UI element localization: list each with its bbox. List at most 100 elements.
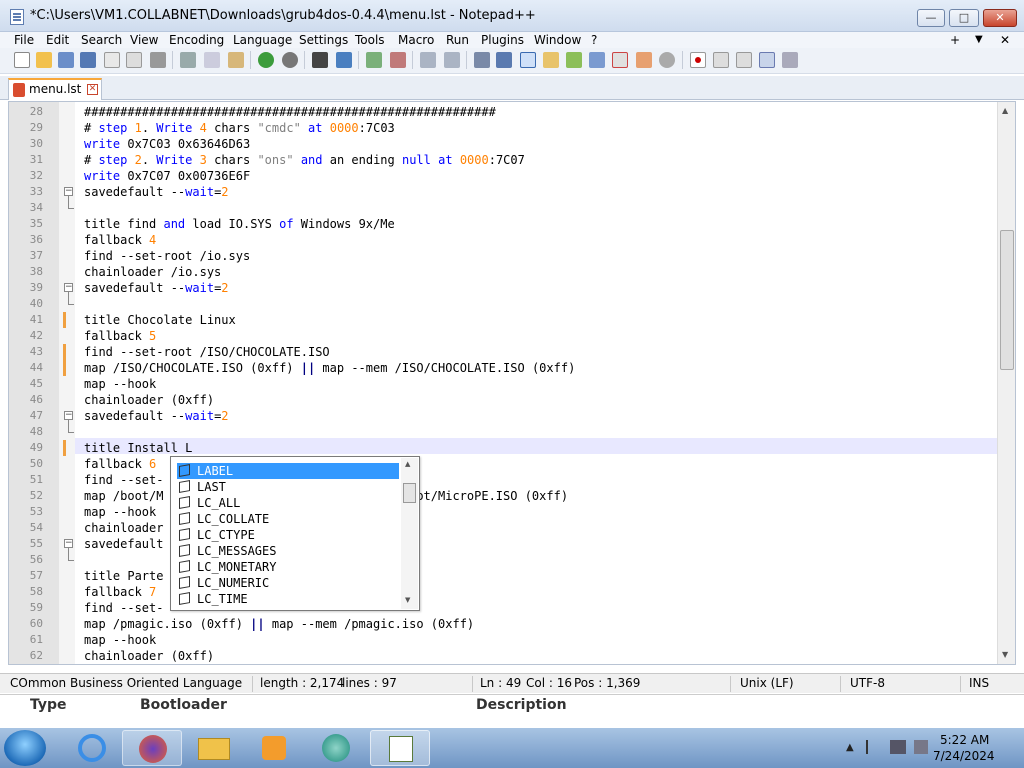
- new-tab-button[interactable]: +: [950, 32, 960, 48]
- autocomplete-item[interactable]: LC_TIME: [177, 591, 399, 607]
- zoom-out-icon[interactable]: [390, 52, 406, 68]
- document-map-icon[interactable]: [566, 52, 582, 68]
- firefox-icon[interactable]: [122, 730, 182, 766]
- status-col: Col : 16: [526, 676, 572, 690]
- autocomplete-item-label: LC_COLLATE: [197, 512, 270, 526]
- line-number: 62: [29, 649, 43, 662]
- close-document-button[interactable]: ✕: [1000, 32, 1010, 48]
- record-macro-icon[interactable]: [690, 52, 706, 68]
- play-macro-icon[interactable]: [736, 52, 752, 68]
- autocomplete-item[interactable]: LABEL: [177, 463, 399, 479]
- folder-workspace-icon[interactable]: [612, 52, 628, 68]
- start-button[interactable]: [4, 730, 46, 766]
- scroll-up-icon[interactable]: ▲: [405, 460, 410, 468]
- copy-icon[interactable]: [204, 52, 220, 68]
- indent-guide-icon[interactable]: [520, 52, 536, 68]
- autocomplete-item[interactable]: LC_CTYPE: [177, 527, 399, 543]
- close-file-icon[interactable]: [104, 52, 120, 68]
- new-file-icon[interactable]: [14, 52, 30, 68]
- save-icon[interactable]: [58, 52, 74, 68]
- autocomplete-scrollbar[interactable]: ▲ ▼: [401, 458, 418, 609]
- scroll-down-icon[interactable]: ▼: [405, 596, 410, 604]
- menu-language[interactable]: Language: [233, 32, 292, 48]
- find-icon[interactable]: [312, 52, 328, 68]
- tab-menu-lst[interactable]: menu.lst ✕: [8, 78, 102, 100]
- scrollbar-thumb[interactable]: [1000, 230, 1014, 370]
- notepad-plus-plus-icon[interactable]: [370, 730, 430, 766]
- autocomplete-scroll-thumb[interactable]: [403, 483, 416, 503]
- autocomplete-item[interactable]: LC_COLLATE: [177, 511, 399, 527]
- internet-explorer-icon[interactable]: [62, 730, 122, 766]
- paste-icon[interactable]: [228, 52, 244, 68]
- line-number: 52: [29, 489, 43, 502]
- menu-encoding[interactable]: Encoding: [169, 32, 224, 48]
- code-lines: 28 ######################################…: [9, 102, 997, 664]
- line-number: 38: [29, 265, 43, 278]
- save-macro-icon[interactable]: [782, 52, 798, 68]
- menu-settings[interactable]: Settings: [299, 32, 348, 48]
- menu-tools[interactable]: Tools: [355, 32, 385, 48]
- editor[interactable]: 28 ######################################…: [8, 101, 1016, 665]
- menu-help[interactable]: ?: [591, 32, 597, 48]
- lang-define-icon[interactable]: [543, 52, 559, 68]
- show-all-chars-icon[interactable]: [496, 52, 512, 68]
- menu-macro[interactable]: Macro: [398, 32, 434, 48]
- media-player-icon[interactable]: [244, 730, 304, 766]
- monitoring-icon[interactable]: [636, 52, 652, 68]
- code-line: fallback 4: [84, 233, 157, 247]
- menu-window[interactable]: Window: [534, 32, 581, 48]
- status-eol[interactable]: Unix (LF): [740, 676, 794, 690]
- scroll-down-icon[interactable]: ▼: [1002, 650, 1008, 659]
- menu-search[interactable]: Search: [81, 32, 122, 48]
- close-button[interactable]: ✕: [983, 9, 1017, 27]
- close-all-icon[interactable]: [126, 52, 142, 68]
- cut-icon[interactable]: [180, 52, 196, 68]
- zoom-in-icon[interactable]: [366, 52, 382, 68]
- menu-edit[interactable]: Edit: [46, 32, 69, 48]
- clock-date[interactable]: 7/24/2024: [933, 749, 995, 763]
- app-icon[interactable]: [306, 730, 366, 766]
- status-insert-mode[interactable]: INS: [969, 676, 989, 690]
- replace-icon[interactable]: [336, 52, 352, 68]
- word-wrap-icon[interactable]: [474, 52, 490, 68]
- sync-vertical-icon[interactable]: [420, 52, 436, 68]
- autocomplete-item-label: LC_ALL: [197, 496, 241, 510]
- eye-icon[interactable]: [659, 52, 675, 68]
- stop-macro-icon[interactable]: [713, 52, 729, 68]
- clock-time[interactable]: 5:22 AM: [940, 733, 989, 747]
- fold-toggle-icon[interactable]: −: [64, 187, 73, 196]
- minimize-button[interactable]: —: [917, 9, 945, 27]
- fold-toggle-icon[interactable]: −: [64, 411, 73, 420]
- scroll-up-icon[interactable]: ▲: [1002, 106, 1008, 115]
- open-file-icon[interactable]: [36, 52, 52, 68]
- autocomplete-item[interactable]: LC_MONETARY: [177, 559, 399, 575]
- menu-plugins[interactable]: Plugins: [481, 32, 524, 48]
- autocomplete-item[interactable]: LC_MESSAGES: [177, 543, 399, 559]
- redo-icon[interactable]: [282, 52, 298, 68]
- tab-close-icon[interactable]: ✕: [87, 84, 98, 95]
- autocomplete-item[interactable]: LAST: [177, 479, 399, 495]
- tab-list-button[interactable]: ▼: [975, 32, 983, 48]
- status-encoding[interactable]: UTF-8: [850, 676, 885, 690]
- autocomplete-item[interactable]: LC_NUMERIC: [177, 575, 399, 591]
- autocomplete-item[interactable]: LC_ALL: [177, 495, 399, 511]
- volume-icon[interactable]: [914, 740, 928, 754]
- print-icon[interactable]: [150, 52, 166, 68]
- network-icon[interactable]: [890, 740, 906, 754]
- menu-run[interactable]: Run: [446, 32, 469, 48]
- vertical-scrollbar[interactable]: ▲ ▼: [997, 102, 1015, 664]
- sync-horizontal-icon[interactable]: [444, 52, 460, 68]
- menu-view[interactable]: View: [130, 32, 158, 48]
- fold-toggle-icon[interactable]: −: [64, 283, 73, 292]
- flag-icon[interactable]: [866, 740, 878, 754]
- menu-file[interactable]: File: [14, 32, 34, 48]
- maximize-button[interactable]: □: [949, 9, 979, 27]
- function-list-icon[interactable]: [589, 52, 605, 68]
- file-explorer-icon[interactable]: [184, 730, 244, 766]
- code-line: savedefault --wait=2: [84, 281, 229, 295]
- save-all-icon[interactable]: [80, 52, 96, 68]
- undo-icon[interactable]: [258, 52, 274, 68]
- fold-toggle-icon[interactable]: −: [64, 539, 73, 548]
- show-hidden-icons[interactable]: ▲: [846, 742, 854, 753]
- play-multiple-macro-icon[interactable]: [759, 52, 775, 68]
